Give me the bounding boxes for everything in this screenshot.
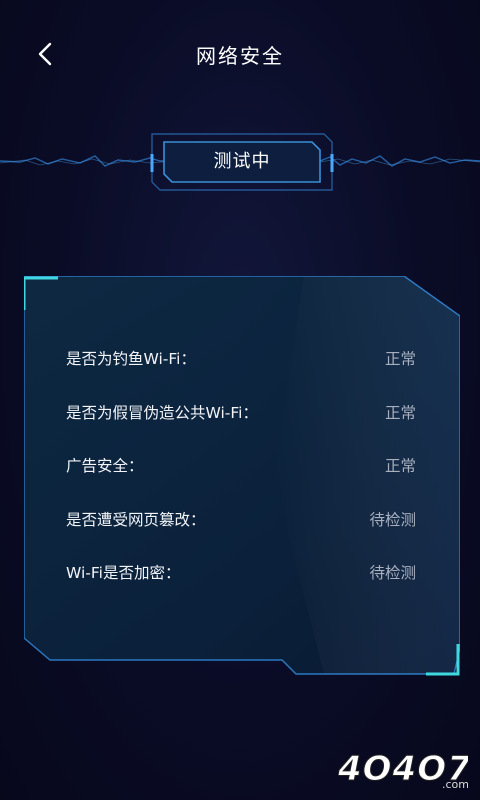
check-status: 待检测: [369, 511, 416, 529]
check-status: 正常: [384, 457, 416, 475]
list-item: 是否遭受网页篡改： 待检测: [66, 505, 416, 535]
list-item: 是否为假冒伪造公共Wi-Fi： 正常: [66, 398, 416, 428]
check-list: 是否为钓鱼Wi-Fi： 正常 是否为假冒伪造公共Wi-Fi： 正常 广告安全： …: [24, 276, 460, 676]
list-item: 是否为钓鱼Wi-Fi： 正常: [66, 344, 416, 374]
check-label: 是否遭受网页篡改：: [66, 511, 206, 529]
check-status: 正常: [384, 350, 416, 368]
header: 网络安全: [0, 0, 480, 110]
status-badge: 测试中: [150, 133, 334, 191]
status-label: 测试中: [213, 151, 271, 172]
check-status: 正常: [384, 404, 416, 422]
list-item: Wi-Fi是否加密： 待检测: [66, 558, 416, 588]
check-label: Wi-Fi是否加密：: [66, 564, 181, 582]
list-item: 广告安全： 正常: [66, 451, 416, 481]
check-status: 待检测: [369, 564, 416, 582]
watermark-suffix: .com: [442, 778, 468, 790]
check-label: 是否为假冒伪造公共Wi-Fi：: [66, 404, 258, 422]
watermark-logo: 4O4O7 .com: [338, 749, 468, 791]
page-title: 网络安全: [196, 44, 284, 68]
check-label: 广告安全：: [66, 457, 144, 475]
check-label: 是否为钓鱼Wi-Fi：: [66, 350, 196, 368]
result-panel: 是否为钓鱼Wi-Fi： 正常 是否为假冒伪造公共Wi-Fi： 正常 广告安全： …: [24, 276, 460, 676]
